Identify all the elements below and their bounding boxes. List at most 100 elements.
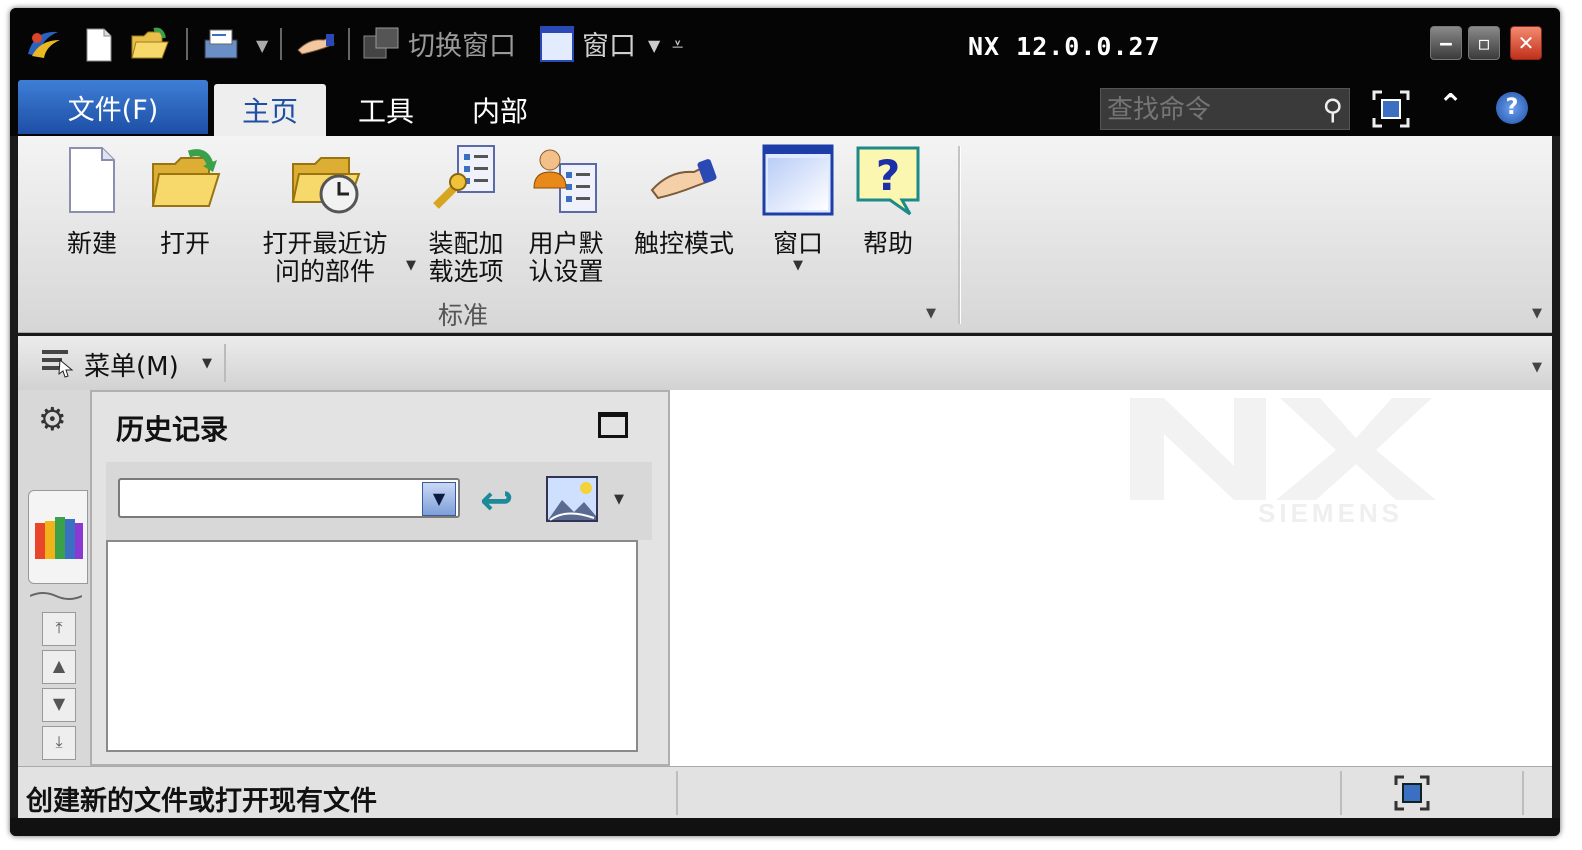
fullscreen-icon[interactable] xyxy=(1372,90,1410,128)
open-label: 打开 xyxy=(159,229,210,258)
window-dropdown-icon[interactable]: ▼ xyxy=(648,36,660,55)
tab-internal[interactable]: 内部 xyxy=(450,84,550,136)
preview-dropdown-icon[interactable]: ▼ xyxy=(614,492,624,507)
touch-mode-button[interactable]: 触控模式 xyxy=(624,144,744,258)
open-recent-label-2: 问的部件 xyxy=(274,257,375,286)
new-file-icon xyxy=(69,147,115,213)
assembly-load-options-label-1: 装配加 xyxy=(428,229,504,258)
svg-text:?: ? xyxy=(876,151,900,200)
touch-mode-label: 触控模式 xyxy=(633,229,734,258)
customize-quick-access-icon[interactable]: ⩡ xyxy=(672,32,683,56)
user-defaults-button[interactable]: 用户默 认设置 xyxy=(518,144,614,286)
history-books-icon xyxy=(35,517,83,559)
tab-file[interactable]: 文件(F) xyxy=(18,80,208,134)
save-dropdown-icon[interactable]: ▼ xyxy=(256,36,268,55)
window-menu-label[interactable]: 窗口 xyxy=(582,26,636,62)
switch-window-icon[interactable] xyxy=(362,26,402,62)
history-panel: 历史记录 ▼ ↩ ▼ xyxy=(90,390,670,766)
scroll-bottom-button[interactable]: ⤓ xyxy=(42,726,76,760)
user-defaults-icon xyxy=(533,149,597,213)
scroll-top-button[interactable]: ⤒ xyxy=(42,612,76,646)
switch-window-label[interactable]: 切换窗口 xyxy=(408,26,516,62)
history-filter-combo[interactable]: ▼ xyxy=(118,478,460,518)
ribbon-options-icon[interactable]: ▼ xyxy=(1532,306,1542,321)
maximize-panel-button[interactable] xyxy=(598,412,628,438)
resource-bar: ⚙ ⤒ ▲ ▼ ⤓ xyxy=(18,390,91,766)
nx-watermark-logo: SIEMENS xyxy=(1130,398,1436,526)
menubar-separator xyxy=(224,344,226,382)
nx-logo-icon[interactable] xyxy=(24,24,64,64)
collapse-ribbon-icon[interactable]: ⌃ xyxy=(1438,88,1463,123)
search-icon[interactable]: ⚲ xyxy=(1322,93,1343,126)
window-bottom-border xyxy=(10,818,1560,836)
user-defaults-label-1: 用户默 xyxy=(528,229,604,258)
open-folder-icon[interactable] xyxy=(130,26,170,62)
open-recent-dropdown-icon[interactable]: ▼ xyxy=(406,252,416,280)
new-button[interactable]: 新建 xyxy=(54,144,130,258)
combo-dropdown-icon[interactable]: ▼ xyxy=(422,482,456,516)
touch-mode-icon xyxy=(650,159,717,200)
history-tab[interactable] xyxy=(28,490,88,584)
toolbar-separator xyxy=(280,28,282,60)
command-search: ⚲ xyxy=(1100,88,1350,130)
menu-dropdown-icon[interactable]: ▼ xyxy=(202,356,212,371)
status-separator xyxy=(676,771,678,815)
recent-parts-icon xyxy=(291,157,361,214)
fullscreen-status-icon[interactable] xyxy=(1394,775,1430,811)
assembly-load-options-label-2: 载选项 xyxy=(428,257,504,286)
assembly-load-options-button[interactable]: 装配加 载选项 xyxy=(418,144,514,286)
toolbar-separator xyxy=(186,28,188,60)
window-icon xyxy=(762,144,834,216)
title-bar: ▼ 切换窗口 窗口 ▼ ⩡ NX 12.0.0.27 ‒ ▫ ✕ xyxy=(10,8,1560,78)
tab-tools[interactable]: 工具 xyxy=(336,84,436,136)
open-recent-label-1: 打开最近访 xyxy=(262,229,388,258)
svg-text:SIEMENS: SIEMENS xyxy=(1258,498,1403,526)
menu-button[interactable]: 菜单(M) xyxy=(84,346,179,383)
minimize-button[interactable]: ‒ xyxy=(1430,26,1462,60)
preview-image-icon[interactable] xyxy=(546,476,598,522)
main-area: ⚙ ⤒ ▲ ▼ ⤓ 历史记录 ▼ ↩ ▼ SIEMENS xyxy=(18,390,1552,766)
group-options-icon[interactable]: ▼ xyxy=(926,306,936,321)
window-dropdown-icon[interactable]: ▼ xyxy=(760,258,836,274)
open-button[interactable]: 打开 xyxy=(140,144,230,258)
tab-home[interactable]: 主页 xyxy=(214,84,326,136)
menu-icon[interactable] xyxy=(40,346,76,378)
ribbon-tabs: 文件(F) 主页 工具 内部 ⚲ ⌃ ? xyxy=(10,78,1560,136)
ribbon-home: 新建 打开 打开最近访 问的部件 ▼ 装配加 载选项 用户默 认设置 触控模式 … xyxy=(18,136,1552,333)
menu-bar: 菜单(M) ▼ ▼ xyxy=(18,336,1552,391)
touch-mode-icon[interactable] xyxy=(296,30,336,58)
help-label: 帮助 xyxy=(862,229,913,258)
window-button[interactable]: 窗口 ▼ xyxy=(760,144,836,274)
toolbar-separator xyxy=(348,28,350,60)
user-defaults-label-2: 认设置 xyxy=(528,257,604,286)
group-label-standard: 标准 xyxy=(438,301,489,330)
open-recent-button[interactable]: 打开最近访 问的部件 ▼ xyxy=(240,144,416,286)
application-window: ▼ 切换窗口 窗口 ▼ ⩡ NX 12.0.0.27 ‒ ▫ ✕ 文件(F) 主… xyxy=(10,8,1560,836)
status-separator xyxy=(1340,771,1342,815)
maximize-button[interactable]: ▫ xyxy=(1468,26,1500,60)
open-folder-icon xyxy=(151,149,221,207)
history-list[interactable] xyxy=(106,540,638,752)
status-message: 创建新的文件或打开现有文件 xyxy=(26,786,377,817)
scroll-up-button[interactable]: ▲ xyxy=(42,650,76,684)
status-separator xyxy=(1522,771,1524,815)
back-arrow-icon[interactable]: ↩ xyxy=(480,478,514,524)
close-button[interactable]: ✕ xyxy=(1510,26,1542,60)
history-panel-title: 历史记录 xyxy=(116,413,229,446)
new-file-icon[interactable] xyxy=(84,28,114,62)
scroll-down-button[interactable]: ▼ xyxy=(42,688,76,722)
help-icon: ? xyxy=(856,146,920,216)
search-input[interactable] xyxy=(1105,92,1309,128)
help-button[interactable]: ? 帮助 xyxy=(850,144,926,258)
resource-divider-wave xyxy=(30,592,82,600)
assembly-load-options-icon xyxy=(433,145,495,209)
group-separator xyxy=(958,146,961,324)
graphics-window[interactable]: SIEMENS xyxy=(672,390,1552,766)
status-bar: 创建新的文件或打开现有文件 xyxy=(18,766,1552,819)
resource-settings-icon[interactable]: ⚙ xyxy=(38,400,67,438)
save-icon[interactable] xyxy=(202,26,242,62)
help-icon[interactable]: ? xyxy=(1496,92,1528,124)
window-label: 窗口 xyxy=(772,229,823,258)
window-icon[interactable] xyxy=(540,26,574,62)
menubar-options-icon[interactable]: ▼ xyxy=(1532,360,1542,375)
